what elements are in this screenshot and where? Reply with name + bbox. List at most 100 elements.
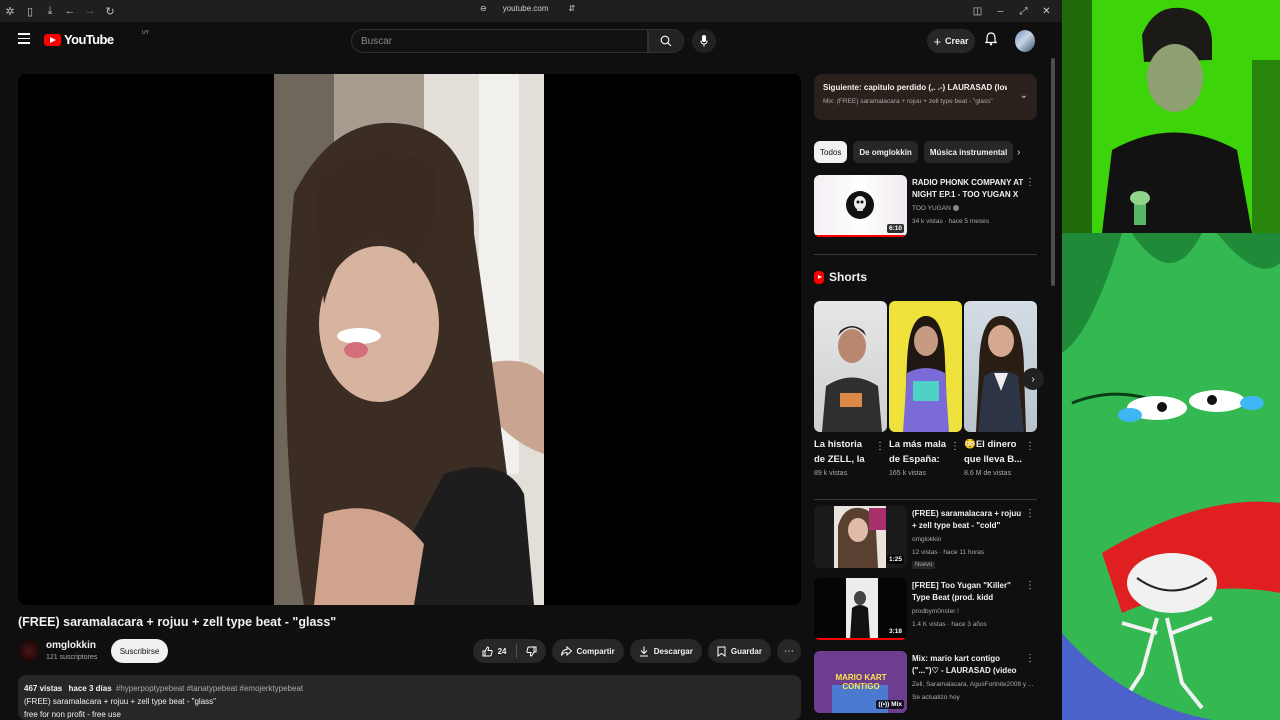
new-badge: Nuevo — [912, 561, 936, 569]
section-divider — [814, 499, 1037, 500]
like-button[interactable]: 24 — [473, 639, 516, 663]
video-frame — [274, 74, 544, 605]
short-thumbnail-image — [822, 326, 882, 432]
chip-instrumental[interactable]: Música instrumental — [923, 141, 1014, 163]
short-views: 165 k vistas — [889, 470, 926, 477]
more-actions-button[interactable]: ⋯ — [777, 639, 801, 663]
kebab-menu-icon[interactable]: ⋮ — [875, 441, 885, 452]
video-title: (FREE) saramalacara + rojuu + zell type … — [18, 615, 337, 629]
forward-icon[interactable]: → — [80, 0, 100, 22]
shorts-next-button[interactable]: › — [1022, 368, 1044, 390]
share-icon — [560, 646, 572, 656]
video-thumbnail[interactable]: 1:25 — [814, 506, 907, 568]
kebab-menu-icon[interactable]: ⋮ — [1025, 580, 1035, 591]
download-icon[interactable]: ⤓ — [40, 0, 60, 22]
watch-progress-bar — [814, 235, 907, 237]
short-item[interactable]: La más mala de España: ... 165 k vistas … — [889, 301, 962, 491]
restore-icon[interactable]: ⤢ — [1012, 6, 1035, 17]
subscribe-button[interactable]: Suscribirse — [111, 639, 168, 663]
search-button[interactable] — [648, 29, 684, 53]
page-scrollbar[interactable] — [1049, 58, 1057, 720]
channel-avatar[interactable] — [18, 640, 40, 662]
dislike-button[interactable] — [517, 639, 546, 663]
like-dislike-group: 24 — [472, 639, 546, 663]
video-thumbnail[interactable]: 3:18 — [814, 578, 907, 640]
video-duration: 1:25 — [886, 555, 904, 564]
scrollbar-thumb[interactable] — [1051, 58, 1055, 286]
hashtags[interactable]: #hyperpoptypebeat #tanatypebeat #emojerk… — [116, 684, 303, 693]
description-box[interactable]: 467 vistas hace 3 días #hyperpoptypebeat… — [18, 675, 801, 720]
create-button[interactable]: + Crear — [927, 29, 975, 53]
address-bar-text: youtube.com — [502, 4, 549, 13]
logo-wordmark: YouTube — [64, 32, 114, 47]
subscriber-count: 121 suscriptores — [46, 654, 98, 661]
create-label: Crear — [945, 36, 969, 46]
back-icon[interactable]: ← — [60, 0, 80, 22]
save-label: Guardar — [730, 646, 762, 656]
bell-icon — [984, 32, 998, 46]
chevron-right-icon: › — [1031, 373, 1035, 385]
close-window-icon[interactable]: ✕ — [1035, 6, 1058, 17]
short-item[interactable]: 😳El dinero que lleva B... 8.6 M de vista… — [964, 301, 1037, 491]
video-actions: 24 Compartir Descargar Guardar ⋯ — [472, 639, 801, 663]
video-title: RADIO PHONK COMPANY AT NIGHT EP.1 - TOO … — [912, 178, 1024, 199]
youtube-app: YouTube UY Buscar + Crear (FREE) saramal… — [0, 22, 1062, 720]
kebab-menu-icon[interactable]: ⋮ — [1025, 177, 1035, 188]
video-meta: 34 k vistas · hace 5 meses — [912, 218, 989, 225]
mix-icon: ((•)) — [878, 701, 892, 708]
mix-thumbnail[interactable]: MARIO KART CONTIGO ((•)) Mix — [814, 651, 907, 713]
kebab-menu-icon[interactable]: ⋮ — [1025, 441, 1035, 452]
short-item[interactable]: La historia de ZELL, la ... 89 k vistas … — [814, 301, 887, 491]
recommended-mix[interactable]: MARIO KART CONTIGO ((•)) Mix Mix: mario … — [814, 651, 1037, 715]
minimize-icon[interactable]: – — [989, 6, 1012, 17]
video-title: (FREE) saramalacara + rojuu + zell type … — [912, 509, 1022, 530]
chip-todos[interactable]: Todos — [814, 141, 848, 163]
chip-channel[interactable]: De omglokkin — [853, 141, 918, 163]
shorts-heading: Shorts — [814, 270, 867, 284]
video-duration: 6:10 — [886, 224, 904, 233]
account-avatar[interactable] — [1015, 30, 1035, 52]
video-player[interactable] — [18, 74, 801, 605]
voice-search-button[interactable] — [692, 29, 716, 53]
save-button[interactable]: Guardar — [707, 639, 771, 663]
sidebar-icon[interactable]: ▯ — [20, 0, 40, 22]
watch-progress-bar — [814, 638, 907, 640]
shorts-heading-text: Shorts — [829, 270, 868, 284]
video-thumbnail[interactable]: 6:10 — [814, 175, 907, 237]
search-input[interactable]: Buscar — [351, 29, 648, 53]
extensions-icon[interactable]: ✲ — [0, 0, 20, 22]
short-title: La historia de ZELL, la ... — [814, 439, 865, 465]
tune-icon[interactable]: ⇵ — [569, 4, 576, 13]
chevron-down-icon[interactable]: ⌄ — [1020, 90, 1028, 101]
download-icon — [639, 646, 648, 656]
plus-icon: + — [933, 33, 942, 49]
address-bar[interactable]: ⊖ youtube.com ⇵ — [480, 4, 575, 13]
playlist-panel[interactable]: Siguiente: capitulo perdido (,. .-) LAUR… — [814, 74, 1037, 120]
upload-date: hace 3 días — [68, 684, 112, 693]
shorts-icon — [814, 270, 824, 284]
kebab-menu-icon[interactable]: ⋮ — [950, 441, 960, 452]
notifications-button[interactable] — [984, 32, 998, 51]
kebab-menu-icon[interactable]: ⋮ — [1025, 508, 1035, 519]
split-view-icon[interactable]: ◫ — [966, 6, 989, 17]
share-button[interactable]: Compartir — [551, 639, 624, 663]
channel-name[interactable]: omglokkin — [46, 640, 96, 651]
youtube-logo[interactable]: YouTube UY — [44, 30, 149, 47]
site-settings-icon[interactable]: ⊖ — [480, 4, 487, 13]
description-line-2: (FREE) saramalacara + rojuu + zell type … — [24, 697, 216, 706]
short-title: La más mala de España: ... — [889, 439, 947, 465]
chevron-right-icon[interactable]: › — [1017, 147, 1020, 158]
download-button[interactable]: Descargar — [629, 639, 702, 663]
kebab-menu-icon[interactable]: ⋮ — [1025, 653, 1035, 664]
recommended-video[interactable]: 1:25 (FREE) saramalacara + rojuu + zell … — [814, 506, 1037, 570]
video-meta: Se actualizó hoy — [912, 694, 960, 701]
short-views: 8.6 M de vistas — [964, 470, 1012, 477]
webcam-image — [1062, 0, 1280, 233]
mix-thumbnail-text: MARIO KART CONTIGO — [835, 673, 887, 691]
short-thumbnail-image — [976, 316, 1026, 432]
channel-name: omglokkin — [912, 536, 942, 543]
recommended-video[interactable]: 6:10 RADIO PHONK COMPANY AT NIGHT EP.1 -… — [814, 175, 1037, 239]
recommended-video[interactable]: 3:18 [FREE] Too Yugan "Killer" Type Beat… — [814, 578, 1037, 642]
menu-icon[interactable] — [18, 33, 30, 44]
reload-icon[interactable]: ↻ — [100, 0, 120, 22]
